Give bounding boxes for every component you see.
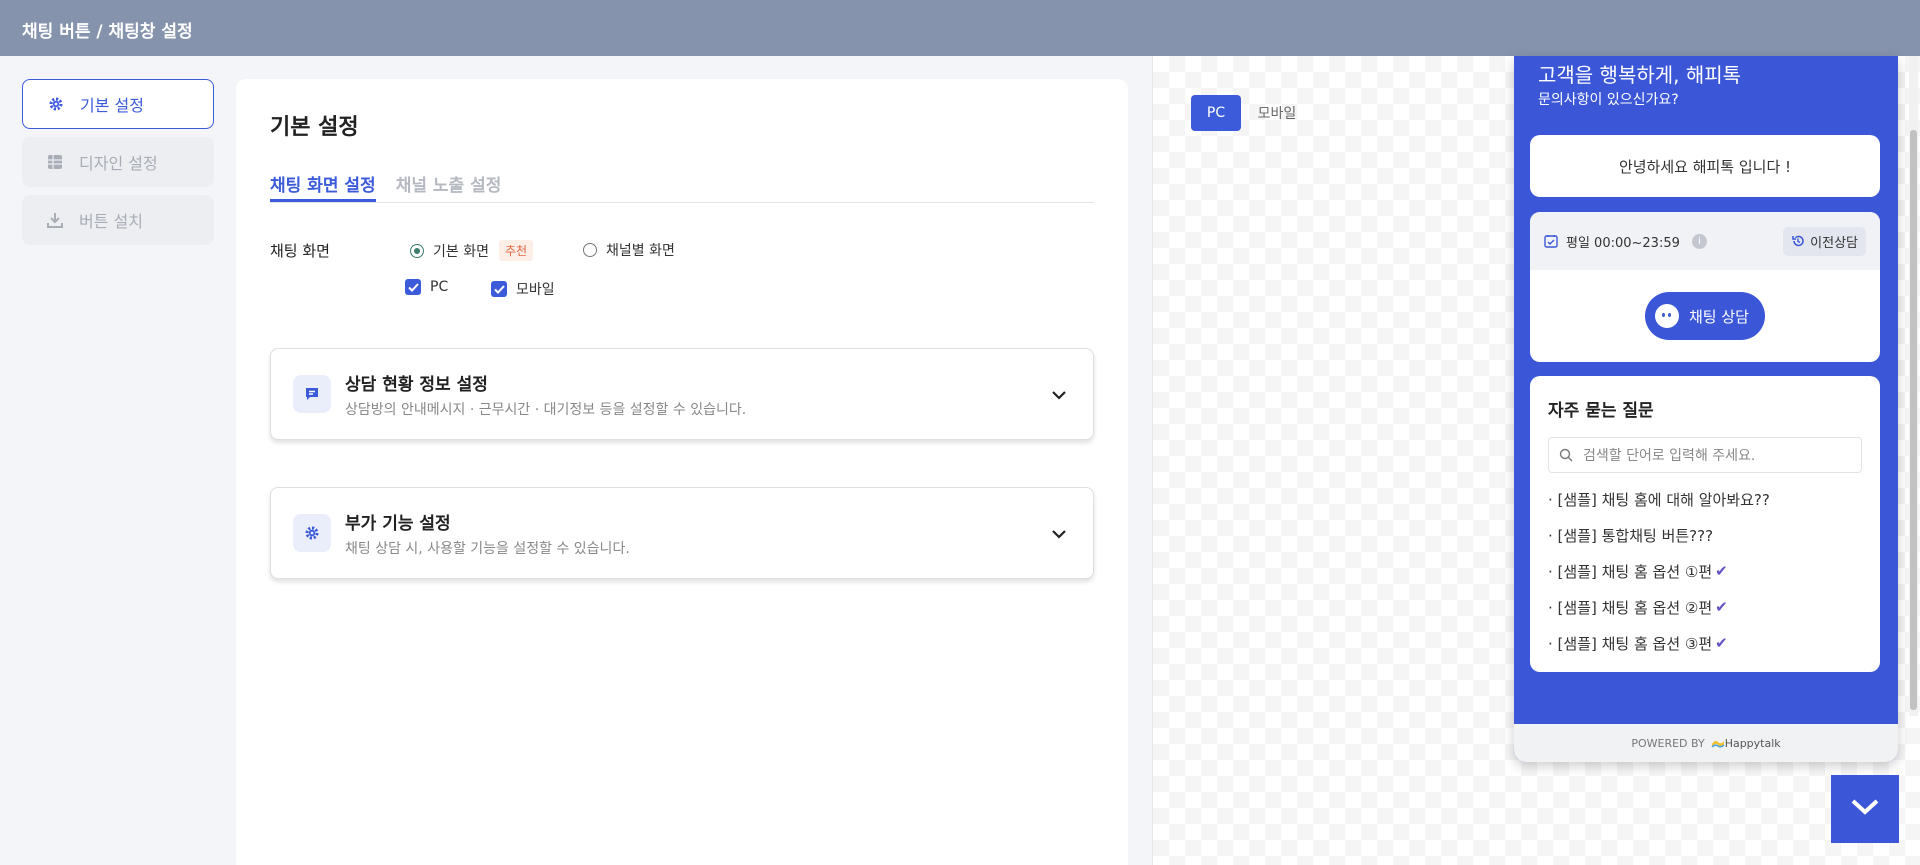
- device-toggle-pc[interactable]: PC: [1191, 95, 1241, 131]
- consult-status-card[interactable]: 상담 현황 정보 설정 상담방의 안내메시지 · 근무시간 · 대기정보 등을 …: [270, 348, 1094, 440]
- sidebar-item-button-install[interactable]: 버튼 설치: [22, 195, 214, 245]
- gear-icon: [48, 96, 64, 112]
- device-toggle-mobile[interactable]: 모바일: [1252, 95, 1302, 131]
- chevron-down-icon: [1850, 798, 1880, 820]
- card-title: 상담 현황 정보 설정: [345, 374, 488, 395]
- top-bar: 채팅 버튼 / 채팅창 설정: [0, 0, 1920, 56]
- checkbox-checked[interactable]: [491, 281, 507, 297]
- grid-icon: [47, 154, 63, 170]
- chevron-down-icon[interactable]: [1051, 524, 1067, 543]
- checkbox-label: 모바일: [516, 282, 555, 298]
- scrollbar-thumb[interactable]: [1910, 130, 1917, 710]
- sidebar-item-label: 버튼 설치: [79, 212, 143, 231]
- greeting-message: 안녕하세요 해피톡 입니다 !: [1530, 135, 1880, 197]
- happytalk-brand: Happytalk: [1724, 736, 1781, 750]
- business-hours-row: 평일 00:00~23:59 i 이전상담: [1530, 212, 1880, 270]
- faq-item-label: · [샘플] 채팅 홈 옵션 ③편: [1548, 634, 1713, 653]
- faq-item-label: · [샘플] 채팅 홈에 대해 알아봐요??: [1548, 490, 1770, 509]
- radio-button-selected[interactable]: [410, 243, 424, 258]
- faq-item-label: · [샘플] 채팅 홈 옵션 ②편: [1548, 598, 1713, 617]
- previous-chat-button[interactable]: 이전상담: [1783, 226, 1866, 256]
- powered-by-text: POWERED BY: [1631, 736, 1705, 750]
- widget-scrollbar[interactable]: [1909, 56, 1918, 716]
- faq-item[interactable]: · [샘플] 채팅 홈 옵션 ①편 ✔: [1548, 553, 1862, 589]
- faq-item[interactable]: · [샘플] 채팅 홈 옵션 ②편 ✔: [1548, 589, 1862, 625]
- faq-box: 자주 묻는 질문 검색할 단어로 입력해 주세요. · [샘플] 채팅 홈에 대…: [1530, 376, 1880, 672]
- faq-item[interactable]: · [샘플] 채팅 홈 옵션 ③편 ✔: [1548, 625, 1862, 661]
- tab-chat-screen-settings[interactable]: 채팅 화면 설정: [270, 171, 376, 202]
- radio-default-screen[interactable]: 기본 화면 추천: [410, 240, 534, 261]
- sidebar-item-design-settings[interactable]: 디자인 설정: [22, 137, 214, 187]
- info-icon[interactable]: i: [1691, 233, 1707, 249]
- radio-channel-screen[interactable]: 채널별 화면: [583, 240, 675, 260]
- faq-item-label: · [샘플] 통합채팅 버튼???: [1548, 526, 1714, 545]
- faq-item-label: · [샘플] 채팅 홈 옵션 ①편: [1548, 562, 1713, 581]
- card-description: 채팅 상담 시, 사용할 기능을 설정할 수 있습니다.: [345, 540, 630, 557]
- radio-label: 채널별 화면: [606, 243, 675, 259]
- recommended-badge: 추천: [498, 240, 534, 261]
- checkbox-pc[interactable]: PC: [405, 279, 448, 295]
- search-icon: [1559, 448, 1573, 462]
- chat-bot-icon: [1655, 304, 1679, 328]
- chevron-down-icon[interactable]: [1051, 385, 1067, 404]
- start-chat-button[interactable]: 채팅 상담: [1645, 292, 1765, 340]
- start-chat-label: 채팅 상담: [1689, 307, 1749, 326]
- greeting-text: 안녕하세요 해피톡 입니다 !: [1618, 157, 1792, 176]
- gear-icon: [293, 514, 331, 552]
- faq-search-input[interactable]: 검색할 단어로 입력해 주세요.: [1548, 437, 1862, 473]
- widget-title: 고객을 행복하게, 해피톡: [1538, 63, 1742, 87]
- chat-screen-label: 채팅 화면: [270, 242, 330, 260]
- business-hours-text: 평일 00:00~23:59: [1566, 235, 1680, 251]
- download-icon: [47, 212, 63, 228]
- checkbox-checked[interactable]: [405, 279, 421, 295]
- settings-panel: 기본 설정 채팅 화면 설정 채널 노출 설정 채팅 화면 기본 화면 추천 채…: [236, 79, 1128, 865]
- checkbox-mobile[interactable]: 모바일: [491, 279, 555, 299]
- tab-bar: 채팅 화면 설정 채널 노출 설정: [270, 171, 1094, 203]
- faq-item[interactable]: · [샘플] 채팅 홈에 대해 알아봐요??: [1548, 481, 1862, 517]
- sidebar-item-basic-settings[interactable]: 기본 설정: [22, 79, 214, 129]
- faq-item[interactable]: · [샘플] 통합채팅 버튼???: [1548, 517, 1862, 553]
- checkmark-icon: ✔: [1715, 634, 1728, 652]
- history-icon: [1792, 235, 1804, 247]
- happytalk-logo: Happytalk: [1711, 737, 1781, 750]
- page-header-title: 채팅 버튼 / 채팅창 설정: [22, 22, 193, 42]
- extra-features-card[interactable]: 부가 기능 설정 채팅 상담 시, 사용할 기능을 설정할 수 있습니다.: [270, 487, 1094, 579]
- sidebar-item-label: 기본 설정: [80, 96, 144, 115]
- powered-by-footer: POWERED BY Happytalk: [1514, 724, 1898, 762]
- calendar-check-icon: [1544, 234, 1558, 248]
- page-title: 기본 설정: [270, 115, 359, 140]
- checkbox-label: PC: [430, 279, 449, 295]
- card-title: 부가 기능 설정: [345, 513, 451, 534]
- search-placeholder: 검색할 단어로 입력해 주세요.: [1583, 448, 1756, 464]
- tab-channel-exposure-settings[interactable]: 채널 노출 설정: [396, 171, 502, 202]
- faq-title: 자주 묻는 질문: [1548, 401, 1654, 421]
- chat-icon: [293, 375, 331, 413]
- checkmark-icon: ✔: [1715, 562, 1728, 580]
- previous-chat-label: 이전상담: [1810, 235, 1858, 251]
- checkmark-icon: ✔: [1715, 598, 1728, 616]
- sidebar: 기본 설정 디자인 설정 버튼 설치: [22, 79, 214, 253]
- radio-label: 기본 화면: [433, 243, 489, 260]
- chat-widget-preview: 고객을 행복하게, 해피톡 문의사항이 있으신가요? 안녕하세요 해피톡 입니다…: [1514, 56, 1898, 762]
- business-hours-box: 평일 00:00~23:59 i 이전상담 채팅 상담: [1530, 212, 1880, 362]
- widget-subtitle: 문의사항이 있으신가요?: [1538, 92, 1679, 108]
- card-description: 상담방의 안내메시지 · 근무시간 · 대기정보 등을 설정할 수 있습니다.: [345, 401, 747, 418]
- radio-button[interactable]: [583, 243, 597, 257]
- sidebar-item-label: 디자인 설정: [79, 154, 158, 173]
- widget-collapse-button[interactable]: [1831, 775, 1899, 843]
